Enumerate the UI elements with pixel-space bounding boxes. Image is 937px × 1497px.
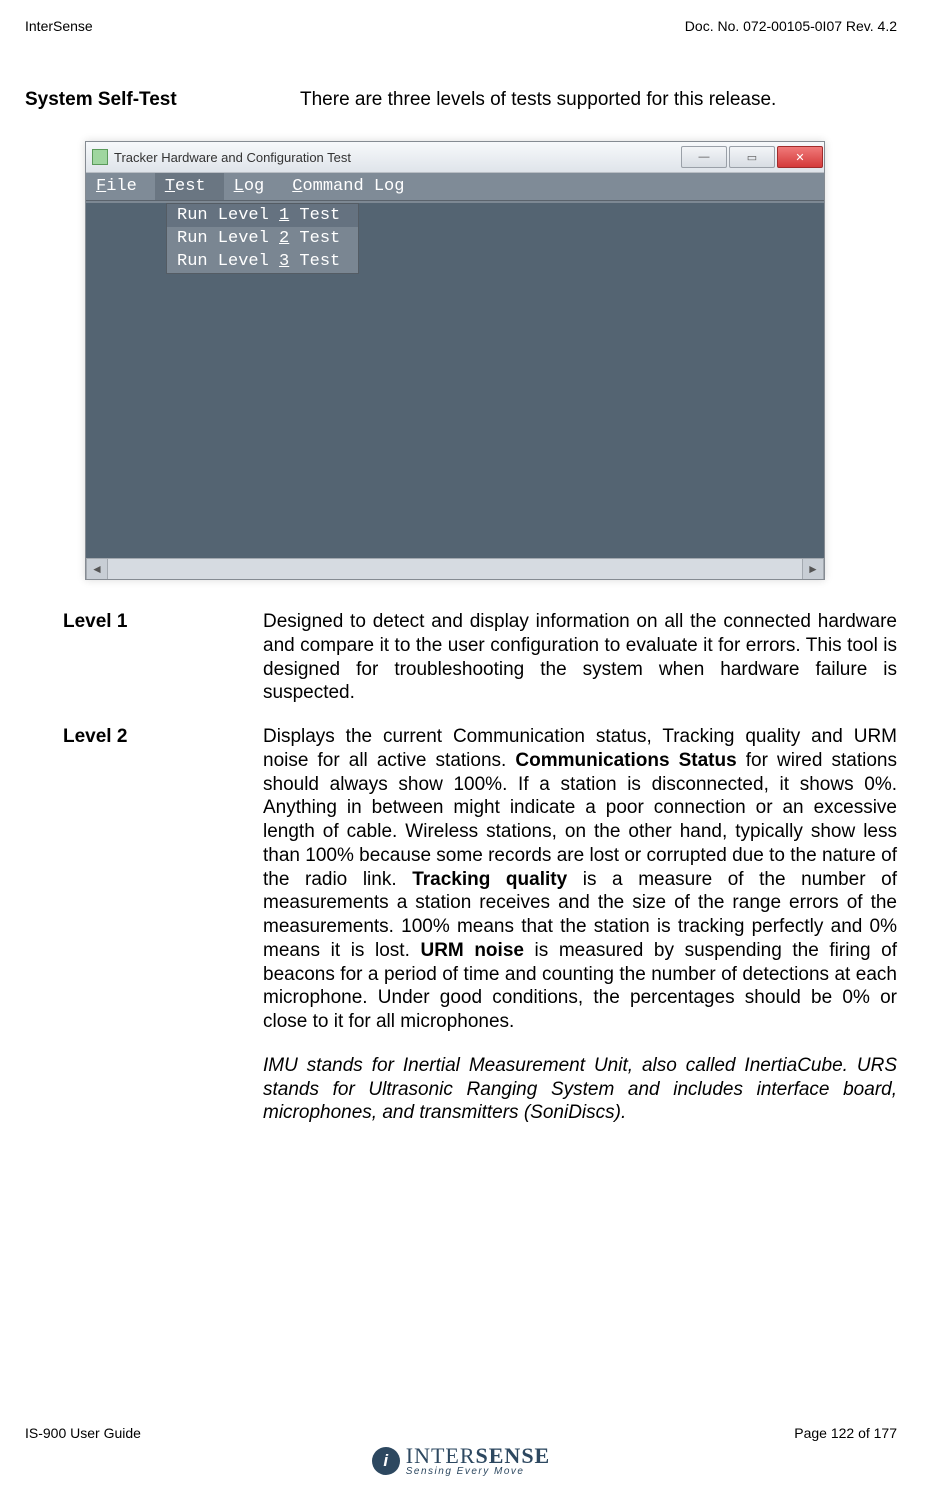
header-right: Doc. No. 072-00105-0I07 Rev. 4.2 (685, 18, 897, 34)
section-heading-row: System Self-Test There are three levels … (25, 89, 897, 111)
menu-test[interactable]: Test (155, 173, 224, 200)
definitions-note: IMU stands for Inertial Measurement Unit… (263, 1054, 897, 1125)
page-footer: IS-900 User Guide Page 122 of 177 i INTE… (25, 1425, 897, 1477)
menu-run-level-2[interactable]: Run Level 2 Test (167, 227, 358, 250)
logo-mark-icon: i (372, 1447, 400, 1475)
client-area: Run Level 1 Test Run Level 2 Test Run Le… (86, 201, 824, 558)
menubar: File Test Log Command Log (86, 173, 824, 201)
level2-term: Level 2 (63, 725, 263, 1034)
window-buttons: — ▭ ✕ (680, 146, 824, 168)
test-dropdown: Run Level 1 Test Run Level 2 Test Run Le… (166, 203, 359, 274)
app-window: Tracker Hardware and Configuration Test … (85, 141, 825, 580)
logo-text: INTERSENSE Sensing Every Move (406, 1445, 550, 1477)
menu-run-level-3[interactable]: Run Level 3 Test (167, 250, 358, 273)
titlebar: Tracker Hardware and Configuration Test … (86, 142, 824, 173)
window-title: Tracker Hardware and Configuration Test (114, 150, 680, 165)
app-icon (92, 149, 108, 165)
bold-tracking-quality: Tracking quality (412, 869, 567, 890)
close-button[interactable]: ✕ (777, 146, 823, 168)
level1-block: Level 1 Designed to detect and display i… (63, 610, 897, 705)
horizontal-scrollbar[interactable]: ◄ ► (86, 558, 824, 579)
menu-run-level-1[interactable]: Run Level 1 Test (167, 204, 358, 227)
header-left: InterSense (25, 18, 93, 34)
app-window-screenshot: Tracker Hardware and Configuration Test … (85, 141, 825, 580)
page: InterSense Doc. No. 072-00105-0I07 Rev. … (0, 0, 937, 1497)
level2-desc: Displays the current Communication statu… (263, 725, 897, 1034)
scroll-right-icon[interactable]: ► (802, 559, 824, 579)
bold-urm-noise: URM noise (420, 940, 523, 961)
page-header: InterSense Doc. No. 072-00105-0I07 Rev. … (25, 18, 897, 34)
section-intro-text: There are three levels of tests supporte… (300, 89, 897, 111)
footer-left: IS-900 User Guide (25, 1425, 141, 1441)
scroll-left-icon[interactable]: ◄ (86, 559, 108, 579)
level2-block: Level 2 Displays the current Communicati… (63, 725, 897, 1034)
logo: i INTERSENSE Sensing Every Move (25, 1445, 897, 1477)
menu-file[interactable]: File (86, 173, 155, 200)
menu-command-log[interactable]: Command Log (282, 173, 422, 200)
maximize-button[interactable]: ▭ (729, 146, 775, 168)
bold-comm-status: Communications Status (515, 750, 736, 771)
minimize-button[interactable]: — (681, 146, 727, 168)
level1-desc: Designed to detect and display informati… (263, 610, 897, 705)
level1-term: Level 1 (63, 610, 263, 705)
footer-right: Page 122 of 177 (794, 1425, 897, 1441)
menu-log[interactable]: Log (224, 173, 283, 200)
section-title: System Self-Test (25, 89, 300, 111)
